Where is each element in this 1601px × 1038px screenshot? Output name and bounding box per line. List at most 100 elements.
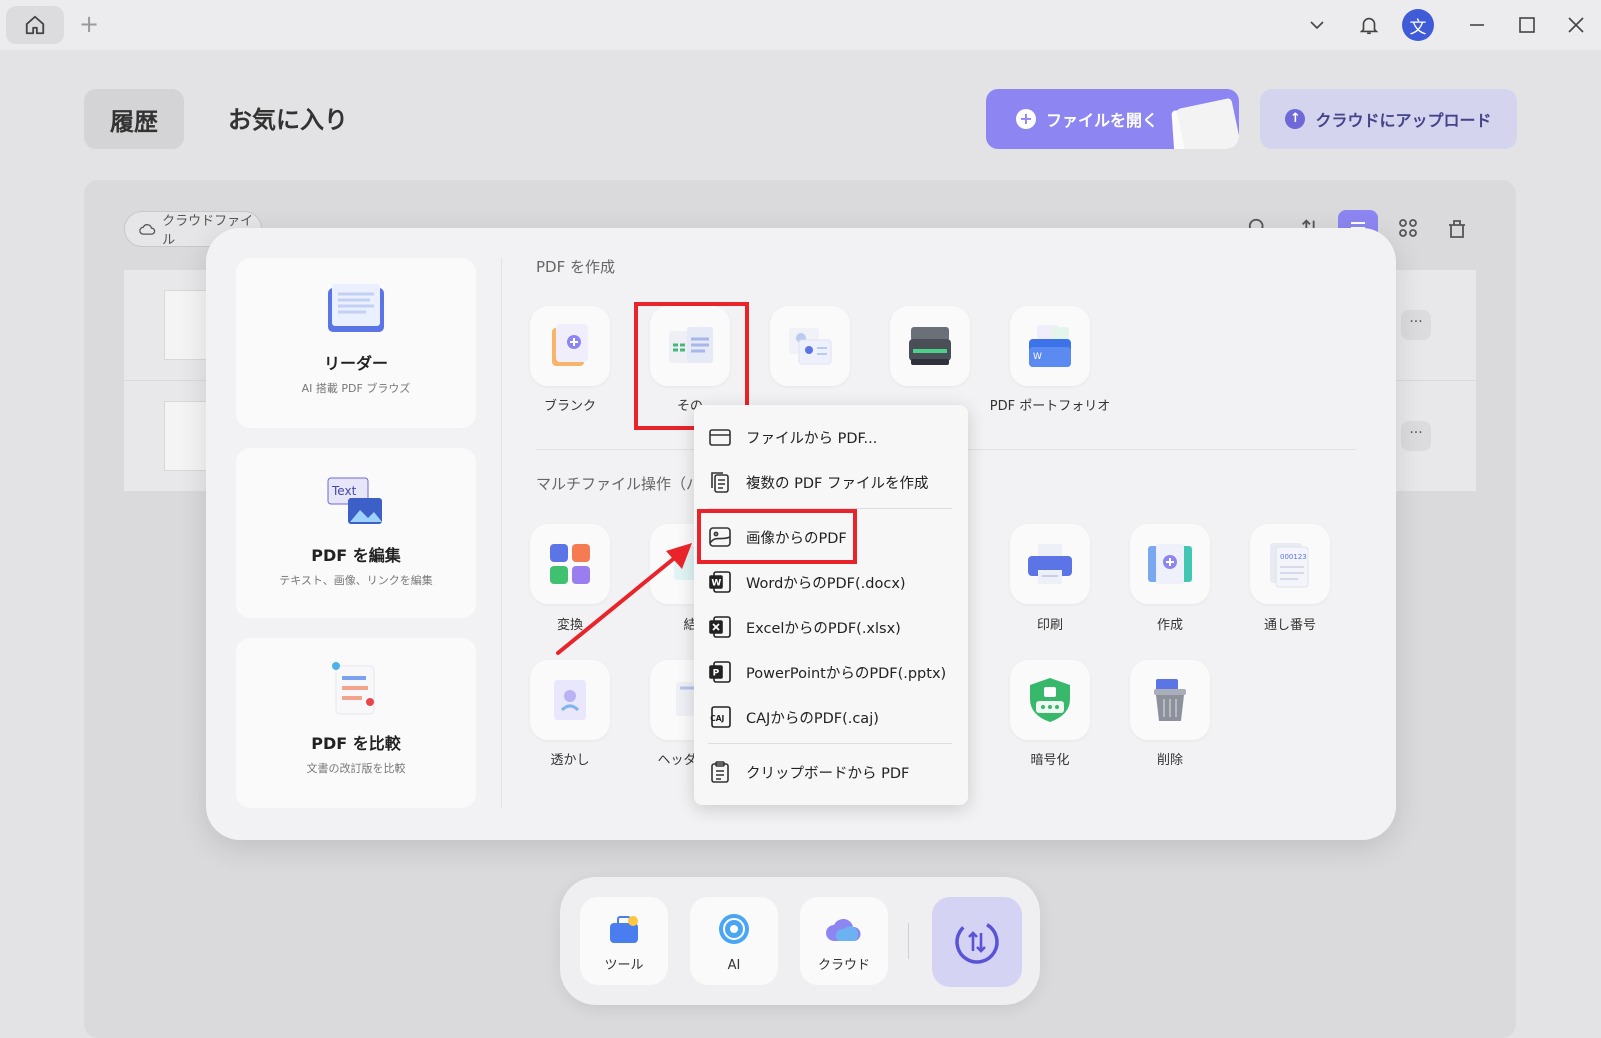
watermark-icon: [554, 680, 586, 720]
encrypt-tile[interactable]: [1010, 660, 1090, 740]
annotation-arrow: [556, 543, 692, 655]
portfolio-folder-icon: W: [1029, 325, 1071, 367]
menu-item-from-word[interactable]: W WordからのPDF(.docx): [708, 564, 948, 600]
shield-lock-icon: [1030, 678, 1070, 722]
svg-text:Text: Text: [331, 484, 357, 498]
tab-favorites[interactable]: お気に入り: [228, 100, 348, 135]
bell-icon[interactable]: [1352, 8, 1386, 42]
menu-item-from-clipboard[interactable]: クリップボードから PDF: [708, 754, 948, 790]
dock-ai[interactable]: AI: [690, 897, 778, 985]
print-tile[interactable]: [1010, 524, 1090, 604]
paper-illustration: [1176, 97, 1239, 149]
menu-item-from-caj[interactable]: CAJ CAJからのPDF(.caj): [708, 699, 948, 735]
menu-item-label: WordからのPDF(.docx): [746, 575, 906, 592]
grid-view-icon[interactable]: [1388, 210, 1428, 246]
chevron-down-icon[interactable]: [1300, 8, 1334, 42]
cloud-icon: [826, 918, 861, 941]
dock-tools[interactable]: ツール: [580, 897, 668, 985]
upload-arrow-icon: ↑: [1285, 109, 1306, 129]
menu-item-label: CAJからのPDF(.caj): [746, 710, 879, 727]
reader-subtitle: AI 搭載 PDF ブラウズ: [301, 382, 411, 395]
more-options-icon[interactable]: ···: [1401, 421, 1431, 451]
edit-pdf-subtitle: テキスト、画像、リンクを編集: [279, 574, 433, 587]
blank-label: ブランク: [543, 399, 596, 414]
dock-ai-label: AI: [727, 958, 741, 973]
powerpoint-icon: P: [709, 661, 731, 683]
menu-item-from-excel[interactable]: ExcelからのPDF(.xlsx): [708, 609, 948, 645]
file-thumbnail: [164, 290, 208, 360]
menu-item-label: ExcelからのPDF(.xlsx): [746, 620, 901, 637]
page-number-icon: 000123: [1270, 543, 1309, 588]
svg-text:CAJ: CAJ: [710, 714, 724, 723]
minimize-icon[interactable]: [1460, 8, 1494, 42]
menu-item-multiple-pdf[interactable]: 複数の PDF ファイルを作成: [708, 464, 948, 500]
svg-text:W: W: [711, 579, 721, 589]
multi-file-heading: マルチファイル操作（バ: [536, 475, 702, 493]
title-bar: + 文: [0, 0, 1601, 50]
reader-card[interactable]: リーダー AI 搭載 PDF ブラウズ: [236, 258, 476, 428]
delete-tile[interactable]: [1130, 660, 1210, 740]
svg-text:W: W: [1033, 352, 1042, 362]
bates-number-label: 通し番号: [1263, 618, 1316, 633]
compare-pdf-card[interactable]: PDF を比較 文書の改訂版を比較: [236, 638, 476, 808]
window-icon: [709, 429, 731, 446]
menu-item-label: PowerPointからのPDF(.pptx): [746, 665, 947, 682]
home-icon: [25, 15, 45, 35]
close-icon[interactable]: [1559, 8, 1593, 42]
tab-history[interactable]: 履歴: [84, 89, 184, 149]
bottom-dock: ツール AI クラウド: [560, 877, 1040, 1005]
svg-text:000123: 000123: [1280, 553, 1307, 561]
avatar[interactable]: 文: [1402, 9, 1434, 41]
word-icon: W: [709, 571, 731, 593]
upload-cloud-label: クラウドにアップロード: [1315, 111, 1492, 130]
id-scan-tile[interactable]: [770, 306, 850, 386]
pdf-portfolio-label: PDF ポートフォリオ: [989, 399, 1111, 414]
menu-item-from-file[interactable]: ファイルから PDF...: [708, 419, 948, 455]
dock-switch-button[interactable]: [932, 897, 1022, 987]
create-from-dropdown: ファイルから PDF... 複数の PDF ファイルを作成 画像からのPDF W…: [694, 405, 968, 805]
menu-separator: [708, 743, 952, 744]
id-card-icon: [789, 328, 832, 365]
compare-pdf-subtitle: 文書の改訂版を比較: [306, 762, 406, 775]
print-label: 印刷: [1036, 618, 1063, 633]
blank-page-icon: [552, 324, 588, 366]
svg-text:P: P: [713, 669, 720, 679]
menu-item-label: 複数の PDF ファイルを作成: [746, 475, 929, 492]
reader-title: リーダー: [323, 354, 388, 373]
scanner-icon: [909, 327, 951, 365]
dock-cloud[interactable]: クラウド: [800, 897, 888, 985]
new-tab-plus-icon[interactable]: +: [78, 10, 100, 38]
bates-number-tile[interactable]: 000123: [1250, 524, 1330, 604]
trash-bin-icon[interactable]: [1437, 210, 1477, 246]
scanner-tile[interactable]: [890, 306, 970, 386]
upload-cloud-button[interactable]: ↑ クラウドにアップロード: [1260, 89, 1517, 149]
trash-can-icon: [1154, 679, 1186, 721]
encrypt-label: 暗号化: [1030, 753, 1070, 768]
book-icon: [328, 284, 384, 332]
ai-orb-icon: [719, 914, 749, 944]
home-tab[interactable]: [6, 6, 64, 44]
file-thumbnail: [164, 401, 208, 471]
menu-item-label: ファイルから PDF...: [746, 430, 878, 447]
open-file-label: ファイルを開く: [1046, 111, 1159, 130]
caj-icon: CAJ: [710, 706, 731, 728]
create-tile[interactable]: [1130, 524, 1210, 604]
edit-pdf-title: PDF を編集: [311, 546, 401, 565]
edit-pdf-card[interactable]: Text PDF を編集 テキスト、画像、リンクを編集: [236, 448, 476, 618]
blank-pdf-tile[interactable]: [530, 306, 610, 386]
menu-item-label: クリップボードから PDF: [746, 765, 910, 782]
clipboard-icon: [711, 761, 729, 783]
switch-arrows-icon: [955, 920, 999, 964]
menu-item-from-powerpoint[interactable]: P PowerPointからのPDF(.pptx): [708, 654, 948, 690]
watermark-label: 透かし: [550, 753, 590, 768]
maximize-icon[interactable]: [1510, 8, 1544, 42]
open-file-button[interactable]: + ファイルを開く: [986, 89, 1239, 149]
plus-circle-icon: +: [1016, 109, 1036, 129]
more-options-icon[interactable]: ···: [1401, 310, 1431, 340]
dock-tools-label: ツール: [604, 958, 644, 973]
watermark-tile[interactable]: [530, 660, 610, 740]
compare-document-icon: [332, 662, 375, 715]
highlight-box: [697, 509, 857, 564]
compare-pdf-title: PDF を比較: [311, 734, 401, 753]
pdf-portfolio-tile[interactable]: W: [1010, 306, 1090, 386]
